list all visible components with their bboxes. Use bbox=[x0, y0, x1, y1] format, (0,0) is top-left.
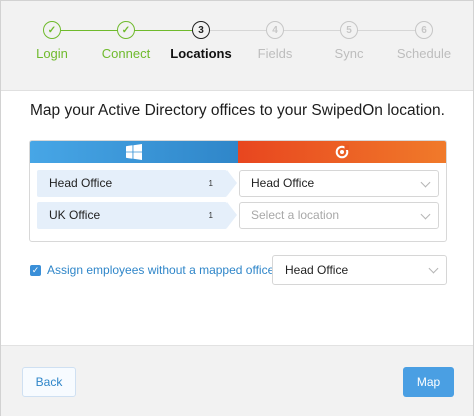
panel-header bbox=[30, 141, 446, 163]
checkmark-icon: ✓ bbox=[31, 264, 40, 275]
step-number: 3 bbox=[192, 21, 210, 39]
step-number: 5 bbox=[340, 21, 358, 39]
ad-office-count: 1 bbox=[208, 179, 213, 188]
step-label: Schedule bbox=[396, 46, 452, 61]
step-schedule: 6 Schedule bbox=[384, 21, 464, 61]
arrow-shape bbox=[227, 202, 237, 228]
arrow-shape bbox=[227, 170, 237, 196]
check-icon: ✓ bbox=[43, 21, 61, 39]
assign-unmapped-option: ✓ Assign employees without a mapped offi… bbox=[30, 263, 288, 277]
location-select-placeholder: Select a location bbox=[251, 208, 340, 222]
location-select[interactable]: Select a location bbox=[239, 202, 439, 229]
active-directory-header bbox=[30, 141, 238, 163]
chevron-down-icon bbox=[420, 177, 431, 188]
swipedon-header bbox=[238, 141, 446, 163]
ad-office-name: Head Office bbox=[49, 176, 113, 190]
mapping-row: Head Office 1 Head Office bbox=[37, 170, 439, 197]
step-label: Connect bbox=[101, 46, 151, 61]
assign-label[interactable]: Assign employees without a mapped office… bbox=[47, 263, 288, 277]
step-label: Locations bbox=[170, 46, 232, 61]
step-fields: 4 Fields bbox=[235, 21, 315, 61]
default-location-value: Head Office bbox=[285, 263, 349, 277]
step-connect[interactable]: ✓ Connect bbox=[86, 21, 166, 61]
default-location-select[interactable]: Head Office bbox=[272, 255, 447, 285]
chevron-down-icon bbox=[428, 263, 439, 274]
ad-office-name: UK Office bbox=[49, 208, 101, 222]
dialog: ✓ Login ✓ Connect 3 Locations 4 Fields 5… bbox=[0, 0, 474, 416]
step-number: 6 bbox=[415, 21, 433, 39]
map-button[interactable]: Map bbox=[403, 367, 454, 397]
mapping-row: UK Office 1 Select a location bbox=[37, 202, 439, 229]
step-label: Fields bbox=[257, 46, 293, 61]
location-select[interactable]: Head Office bbox=[239, 170, 439, 197]
assign-checkbox[interactable]: ✓ bbox=[30, 264, 41, 276]
footer: Back Map bbox=[1, 345, 473, 416]
step-label: Login bbox=[36, 46, 68, 61]
windows-icon bbox=[126, 144, 142, 160]
swipedon-logo-icon bbox=[335, 145, 349, 159]
check-icon: ✓ bbox=[117, 21, 135, 39]
instruction-text: Map your Active Directory offices to you… bbox=[30, 102, 445, 119]
ad-office-count: 1 bbox=[208, 211, 213, 220]
ad-office-item: Head Office 1 bbox=[37, 170, 227, 197]
ad-office-item: UK Office 1 bbox=[37, 202, 227, 229]
step-sync: 5 Sync bbox=[309, 21, 389, 61]
mapping-panel: Head Office 1 Head Office UK Office 1 Se… bbox=[29, 140, 447, 242]
location-select-value: Head Office bbox=[251, 176, 315, 190]
back-button[interactable]: Back bbox=[22, 367, 76, 397]
step-number: 4 bbox=[266, 21, 284, 39]
chevron-down-icon bbox=[420, 209, 431, 220]
step-locations: 3 Locations bbox=[161, 21, 241, 61]
stepper: ✓ Login ✓ Connect 3 Locations 4 Fields 5… bbox=[1, 1, 473, 91]
step-label: Sync bbox=[334, 46, 364, 61]
step-login[interactable]: ✓ Login bbox=[12, 21, 92, 61]
